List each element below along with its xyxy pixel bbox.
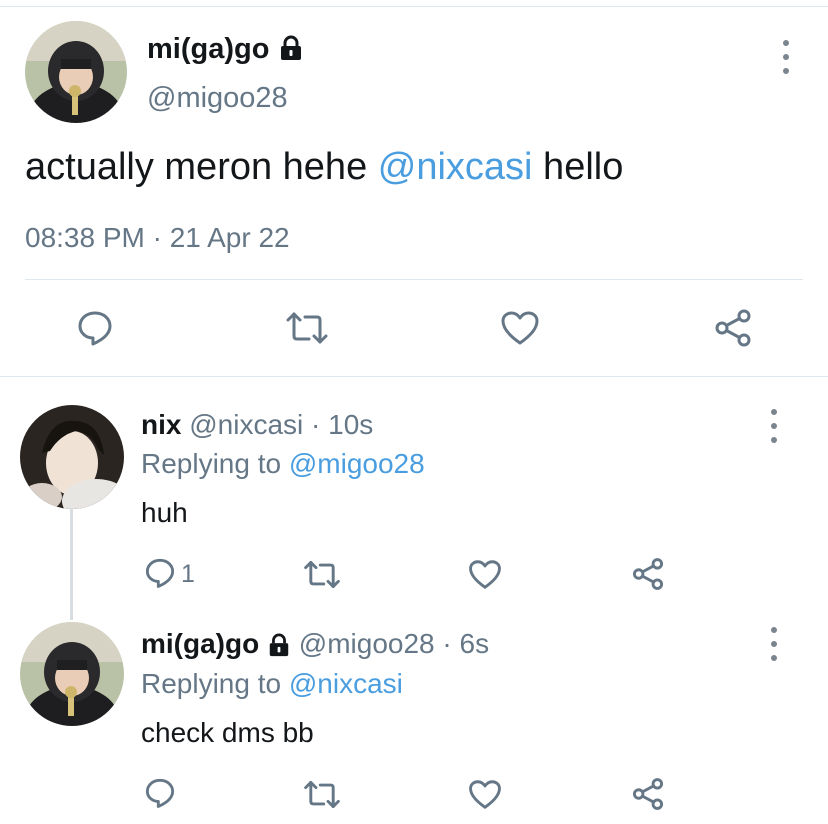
replying-to-link[interactable]: @migoo28: [289, 448, 425, 479]
reply-handle[interactable]: @migoo28: [299, 628, 435, 659]
reply-icon[interactable]: [76, 309, 114, 352]
tweet-timestamp[interactable]: 08:38 PM · 21 Apr 22: [25, 222, 290, 254]
more-icon[interactable]: [764, 627, 784, 661]
reply-handle[interactable]: @nixcasi: [189, 409, 303, 440]
replying-to-label: Replying to: [141, 668, 289, 699]
more-icon[interactable]: [764, 409, 784, 443]
retweet-icon[interactable]: [303, 559, 341, 595]
tweet-text-start: actually meron hehe: [25, 146, 378, 188]
heart-icon[interactable]: [468, 779, 502, 815]
main-display-name[interactable]: mi(ga)go: [147, 33, 304, 67]
reply-text: check dms bb: [141, 717, 314, 748]
tweet-text-end: hello: [532, 146, 624, 188]
tweet-text: actually meron hehe @nixcasi hello: [25, 146, 623, 189]
reply-header: mi(ga)go @migoo28 · 6s: [141, 628, 489, 662]
replying-to-label: Replying to: [141, 448, 289, 479]
thread-line: [70, 508, 73, 620]
main-handle[interactable]: @migoo28: [147, 82, 288, 115]
top-border: [0, 0, 828, 7]
lock-icon: [278, 34, 304, 67]
reply-display-name[interactable]: mi(ga)go: [141, 628, 259, 659]
replying-to-link[interactable]: @nixcasi: [289, 668, 403, 699]
reply-icon[interactable]: [144, 777, 176, 814]
share-icon[interactable]: [631, 777, 665, 816]
more-icon[interactable]: [776, 40, 796, 74]
replying-to: Replying to @migoo28: [141, 448, 425, 480]
share-icon[interactable]: [713, 308, 753, 353]
heart-icon[interactable]: [468, 559, 502, 595]
reply-time[interactable]: · 6s: [442, 628, 489, 659]
share-icon[interactable]: [631, 557, 665, 596]
reply-time[interactable]: · 10s: [311, 409, 373, 440]
retweet-icon[interactable]: [303, 779, 341, 815]
section-divider: [0, 376, 828, 377]
avatar[interactable]: [20, 622, 124, 726]
reply-header: nix @nixcasi · 10s: [141, 409, 373, 441]
reply-count: 1: [181, 560, 195, 588]
lock-icon: [267, 630, 291, 662]
replying-to: Replying to @nixcasi: [141, 668, 403, 700]
divider: [25, 279, 803, 280]
heart-icon[interactable]: [500, 310, 540, 351]
reply-text: huh: [141, 497, 188, 528]
display-name-text: mi(ga)go: [147, 33, 270, 65]
avatar[interactable]: [20, 405, 124, 509]
retweet-icon[interactable]: [285, 310, 329, 351]
reply-display-name[interactable]: nix: [141, 409, 181, 440]
avatar[interactable]: [25, 21, 127, 123]
mention-link[interactable]: @nixcasi: [378, 146, 533, 188]
reply-icon[interactable]: [144, 557, 176, 594]
